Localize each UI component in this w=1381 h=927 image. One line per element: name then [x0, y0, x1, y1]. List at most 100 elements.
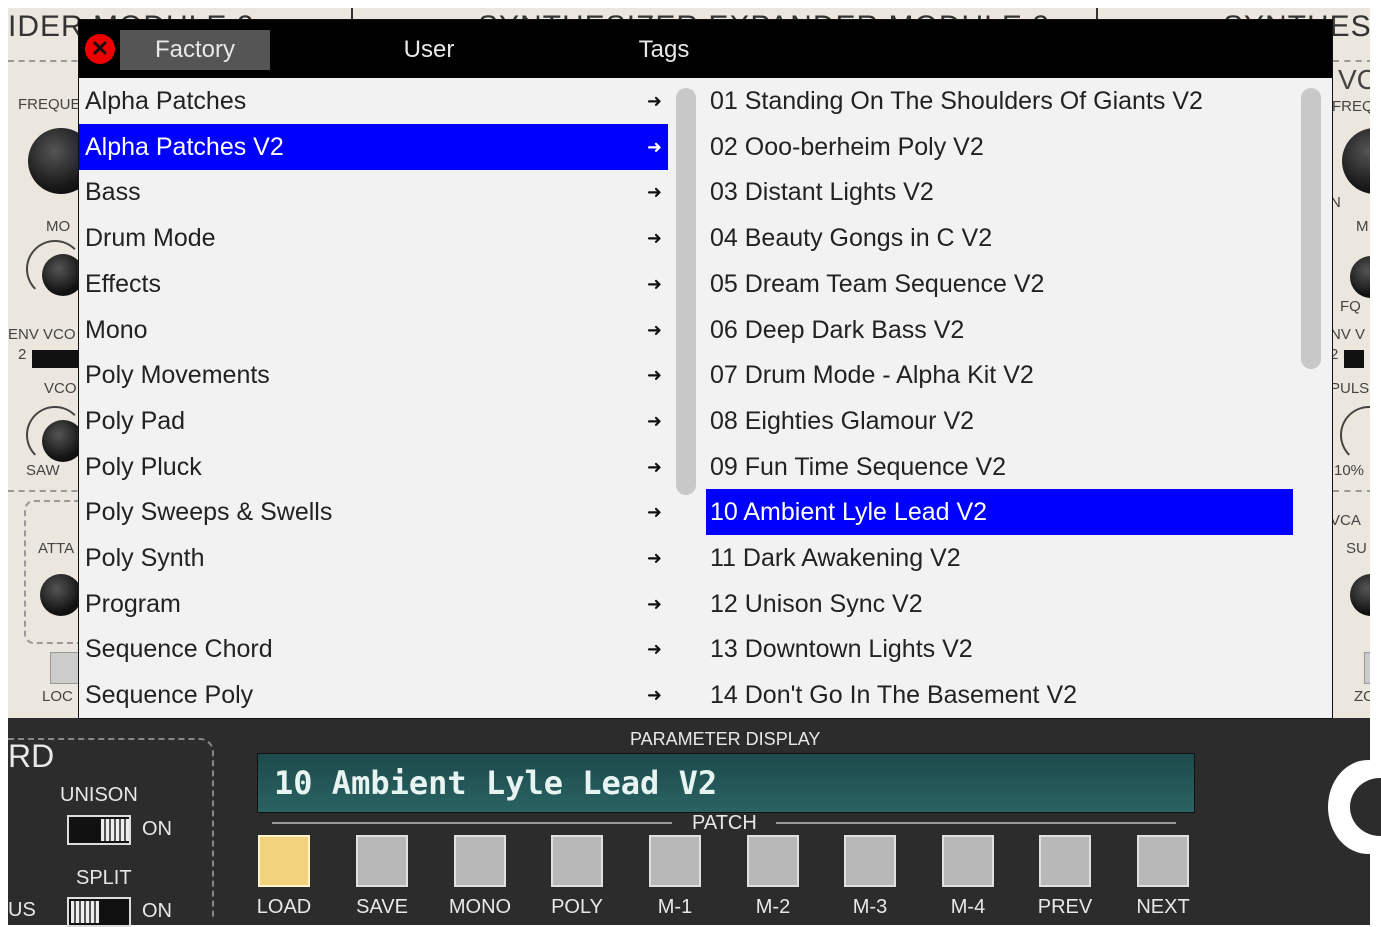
tab-user[interactable]: User	[354, 30, 504, 70]
category-scrollbar[interactable]	[676, 88, 696, 718]
m2-button[interactable]	[747, 835, 799, 887]
patch-item[interactable]: 07 Drum Mode - Alpha Kit V2	[706, 352, 1293, 398]
category-item[interactable]: Sequence Chord ➜	[79, 626, 668, 672]
category-item[interactable]: Bass ➜	[79, 169, 668, 215]
patch-item[interactable]: 12 Unison Sync V2	[706, 581, 1293, 627]
poly-label: POLY	[551, 896, 603, 918]
save-label: SAVE	[356, 896, 408, 918]
unison-toggle[interactable]	[67, 815, 131, 845]
m1-button[interactable]	[649, 835, 701, 887]
preset-browser-header: ✕ Factory User Tags	[79, 20, 1332, 78]
unison-label: UNISON	[60, 784, 138, 806]
tab-tags[interactable]: Tags	[589, 30, 739, 70]
label-sustain: SU	[1346, 540, 1367, 557]
label-zoom: ZO	[1354, 688, 1370, 705]
patch-scroll-thumb[interactable]	[1301, 88, 1321, 369]
submenu-arrow-icon: ➜	[646, 685, 662, 706]
category-label: Poly Movements	[85, 361, 270, 390]
category-item[interactable]: Poly Sweeps & Swells ➜	[79, 489, 668, 535]
env-switch[interactable]	[32, 350, 80, 368]
patch-item[interactable]: 14 Don't Go In The Basement V2	[706, 672, 1293, 718]
frequency-knob-right[interactable]	[1342, 128, 1370, 194]
patch-item[interactable]: 03 Distant Lights V2	[706, 169, 1293, 215]
parameter-display-title: PARAMETER DISPLAY	[630, 729, 821, 749]
split-toggle[interactable]	[67, 897, 131, 927]
patch-scrollbar[interactable]	[1301, 88, 1321, 718]
category-item[interactable]: Poly Pad ➜	[79, 398, 668, 444]
patch-label: 02 Ooo-berheim Poly V2	[710, 132, 984, 161]
category-item[interactable]: Program ➜	[79, 581, 668, 627]
patch-item[interactable]: 01 Standing On The Shoulders Of Giants V…	[706, 78, 1293, 124]
label-lock: LOC	[42, 688, 73, 705]
load-button[interactable]	[258, 835, 310, 887]
patch-item[interactable]: 09 Fun Time Sequence V2	[706, 444, 1293, 490]
lock-button[interactable]	[50, 652, 82, 684]
patch-item[interactable]: 11 Dark Awakening V2	[706, 535, 1293, 581]
m3-button[interactable]	[844, 835, 896, 887]
submenu-arrow-icon: ➜	[646, 410, 662, 431]
submenu-arrow-icon: ➜	[646, 136, 662, 157]
mod-knob-right[interactable]	[1350, 256, 1370, 298]
prev-button[interactable]	[1039, 835, 1091, 887]
category-label: Poly Pluck	[85, 452, 202, 481]
mono-button[interactable]	[454, 835, 506, 887]
label-freq-right: FREQ	[1332, 98, 1370, 115]
sustain-knob[interactable]	[1350, 574, 1370, 616]
category-item[interactable]: Poly Synth ➜	[79, 535, 668, 581]
patch-item[interactable]: 10 Ambient Lyle Lead V2	[706, 489, 1293, 536]
m1-label: M-1	[657, 896, 693, 918]
label-attack: ATTA	[38, 540, 75, 557]
preset-browser-popup: ✕ Factory User Tags Alpha Patches ➜ Alpha …	[79, 20, 1332, 718]
patch-label: 11 Dark Awakening V2	[710, 544, 961, 572]
patch-label: 08 Eighties Glamour V2	[710, 406, 975, 435]
label-vca: VCA	[1330, 512, 1361, 529]
category-label: Bass	[85, 178, 141, 207]
env-switch-right[interactable]	[1344, 350, 1364, 368]
vco-knob[interactable]	[42, 420, 84, 462]
patch-label: 01 Standing On The Shoulders Of Giants V…	[710, 87, 1203, 115]
category-item[interactable]: Alpha Patches ➜	[79, 78, 668, 124]
patch-item[interactable]: 06 Deep Dark Bass V2	[706, 307, 1293, 353]
label-env-vco: ENV VCO	[8, 326, 76, 343]
category-item[interactable]: Alpha Patches V2 ➜	[79, 123, 668, 170]
tab-factory[interactable]: Factory	[120, 30, 270, 70]
label-vc: VC	[1338, 64, 1370, 95]
category-scroll-thumb[interactable]	[676, 88, 696, 495]
mod-knob[interactable]	[42, 254, 84, 296]
next-label: NEXT	[1136, 896, 1190, 918]
zoom-button[interactable]	[1364, 652, 1370, 684]
label-env-v: NV V	[1330, 326, 1366, 343]
close-icon[interactable]: ✕	[85, 34, 115, 64]
submenu-arrow-icon: ➜	[646, 456, 662, 477]
patch-item[interactable]: 04 Beauty Gongs in C V2	[706, 215, 1293, 261]
attack-knob[interactable]	[40, 574, 82, 616]
patch-item[interactable]: 08 Eighties Glamour V2	[706, 398, 1293, 444]
patch-item[interactable]: 05 Dream Team Sequence V2	[706, 261, 1293, 307]
lcd-patch-name: 10 Ambient Lyle Lead V2	[274, 764, 718, 802]
category-item[interactable]: Poly Pluck ➜	[79, 444, 668, 490]
category-item[interactable]: Mono ➜	[79, 307, 668, 353]
category-label: Drum Mode	[85, 224, 216, 253]
m4-button[interactable]	[942, 835, 994, 887]
category-item[interactable]: Drum Mode ➜	[79, 215, 668, 261]
category-item[interactable]: Poly Movements ➜	[79, 352, 668, 398]
next-button[interactable]	[1137, 835, 1189, 887]
label-fq: FQ	[1340, 298, 1361, 315]
patch-label: 04 Beauty Gongs in C V2	[710, 224, 993, 253]
label-pulse: PULS	[1330, 380, 1370, 397]
m4-label: M-4	[950, 896, 986, 918]
category-item[interactable]: Effects ➜	[79, 261, 668, 307]
poly-button[interactable]	[551, 835, 603, 887]
submenu-arrow-icon: ➜	[646, 91, 662, 111]
category-item[interactable]: Sequence Poly ➜	[79, 672, 668, 718]
label-mod: MO	[46, 218, 71, 235]
category-label: Poly Pad	[85, 406, 186, 435]
category-label: Poly Synth	[85, 544, 205, 572]
patch-item[interactable]: 13 Downtown Lights V2	[706, 626, 1293, 672]
save-button[interactable]	[356, 835, 408, 887]
category-label: Poly Sweeps & Swells	[85, 498, 333, 527]
submenu-arrow-icon: ➜	[646, 319, 662, 340]
category-label: Alpha Patches V2	[85, 132, 284, 161]
panel-divider	[1096, 8, 1098, 20]
patch-item[interactable]: 02 Ooo-berheim Poly V2	[706, 124, 1293, 170]
